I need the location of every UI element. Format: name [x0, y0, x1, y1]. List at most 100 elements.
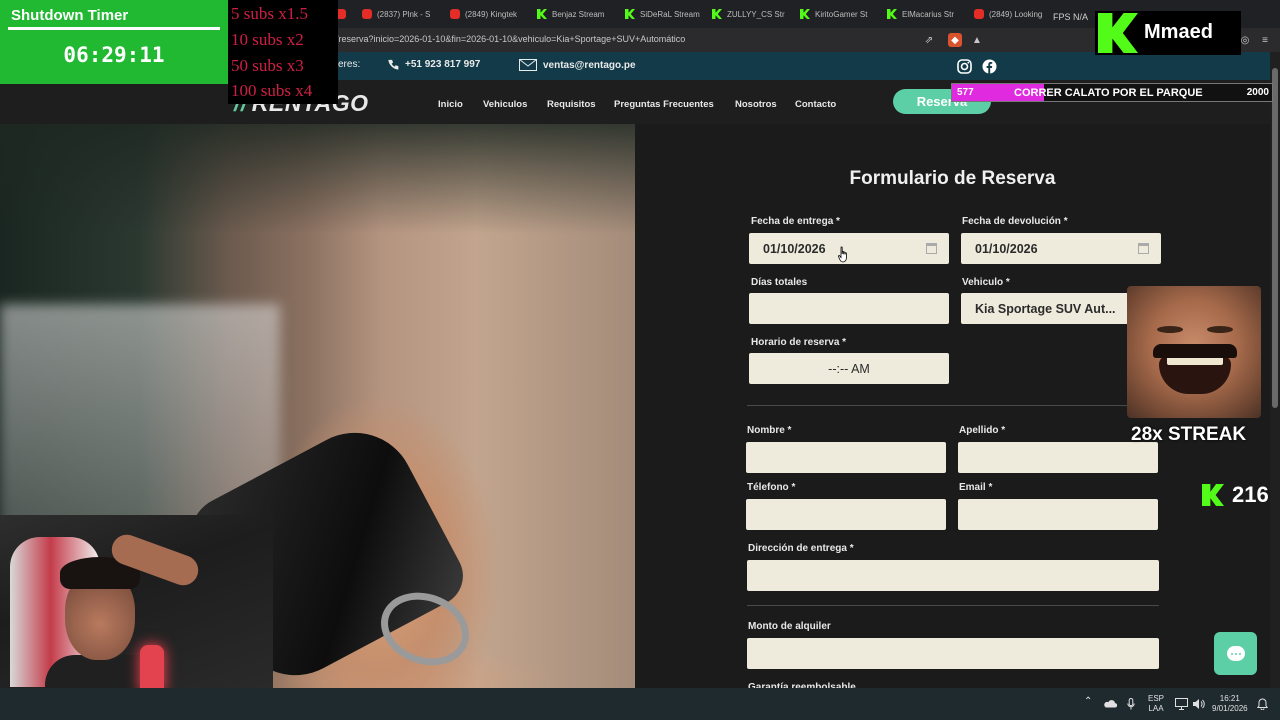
tab-label: ElMacarius Str	[902, 9, 955, 19]
brave-shield-icon[interactable]: ◆	[948, 33, 962, 47]
clock[interactable]: 16:21 9/01/2026	[1212, 694, 1248, 714]
youtube-icon	[450, 9, 460, 19]
goal-target: 2000	[1246, 87, 1269, 98]
direccion-label: Dirección de entrega *	[748, 543, 854, 554]
tab-label: (2849) Looking	[989, 9, 1043, 19]
horario-input[interactable]: --:-- AM	[749, 353, 949, 384]
browser-tab[interactable]: (2849) Kingtek	[450, 4, 530, 24]
fecha-devolucion-input[interactable]: 01/10/2026	[961, 233, 1161, 264]
timer-value: 06:29:11	[63, 43, 165, 67]
phone-contact[interactable]: +51 923 817 997	[388, 59, 480, 70]
chat-button[interactable]	[1214, 632, 1257, 675]
fps-counter: FPS N/A	[1053, 12, 1089, 22]
viewer-count: 216	[1202, 482, 1269, 508]
subs-line: 50 subs x3	[231, 56, 304, 75]
apellido-input[interactable]	[958, 442, 1158, 473]
tab-label: ZULLYY_CS Str	[727, 9, 785, 19]
nav-contacto[interactable]: Contacto	[795, 99, 836, 110]
goal-name: CORRER CALATO POR EL PARQUE	[1014, 87, 1203, 99]
telefono-label: Télefono *	[747, 482, 796, 493]
monitor-icon[interactable]	[1175, 698, 1188, 710]
scrollbar-thumb[interactable]	[1272, 68, 1278, 408]
chevron-up-icon[interactable]: ⌃	[1084, 697, 1092, 707]
subs-line: 10 subs x2	[231, 30, 304, 49]
menu-icon[interactable]: ≡	[1258, 33, 1272, 47]
kick-icon	[1202, 484, 1224, 506]
kick-icon	[887, 9, 897, 19]
hand-cursor-icon	[838, 246, 847, 263]
mail-icon	[519, 59, 537, 71]
browser-tab[interactable]: (2837) Plnk - S	[362, 4, 442, 24]
instagram-icon[interactable]	[957, 59, 972, 74]
onedrive-icon[interactable]	[1103, 699, 1117, 708]
share-icon[interactable]: ⇗	[922, 33, 936, 47]
kick-icon	[712, 9, 722, 19]
lang-top: ESP	[1148, 694, 1165, 703]
viewer-count-value: 216	[1232, 482, 1269, 507]
monto-label: Monto de alquiler	[748, 621, 831, 632]
email-label: Email *	[959, 482, 993, 493]
browser-tab[interactable]: ZULLYY_CS Str	[712, 4, 792, 24]
direccion-input[interactable]	[747, 560, 1159, 591]
youtube-icon	[974, 9, 984, 19]
tab-label: Benjaz Stream	[552, 9, 605, 19]
browser-tab[interactable]: Benjaz Stream	[537, 4, 617, 24]
browser-tab[interactable]: ElMacarius Str	[887, 4, 967, 24]
browser-tab[interactable]: (2849) Looking	[974, 4, 1054, 24]
dias-totales-input[interactable]	[749, 293, 949, 324]
tab-label: (2849) Kingtek	[465, 9, 518, 19]
kick-channel-badge: Mmaed	[1095, 11, 1241, 55]
notification-icon[interactable]	[1257, 698, 1268, 710]
phone-icon	[388, 59, 399, 70]
email-input[interactable]	[958, 499, 1158, 530]
nombre-label: Nombre *	[747, 425, 792, 436]
calendar-icon[interactable]	[926, 243, 937, 254]
phone-text: +51 923 817 997	[405, 59, 481, 70]
streak-label: 28x STREAK	[1131, 424, 1247, 445]
monto-input[interactable]	[747, 638, 1159, 669]
clock-date: 9/01/2026	[1212, 704, 1248, 713]
form-title: Formulario de Reserva	[849, 168, 1056, 189]
email-contact[interactable]: ventas@rentago.pe	[519, 59, 636, 71]
nav-requisitos[interactable]: Requisitos	[547, 99, 596, 110]
lang-bottom: LAA	[1148, 704, 1164, 713]
clock-time: 16:21	[1219, 694, 1240, 703]
subs-line: 5 subs x1.5	[231, 4, 308, 23]
goal-current: 577	[957, 87, 974, 98]
facebook-icon[interactable]	[982, 59, 997, 74]
dias-totales-label: Días totales	[751, 277, 808, 288]
tab-label: KiritoGamer St	[815, 9, 868, 19]
timer-title: Shutdown Timer	[11, 7, 129, 24]
microphone-icon[interactable]	[1127, 698, 1135, 710]
vehiculo-label: Vehiculo *	[962, 277, 1010, 288]
fecha-entrega-value: 01/10/2026	[763, 241, 826, 256]
tab-label: SiDeRaL Stream	[640, 9, 700, 19]
divider	[747, 405, 1159, 406]
fecha-devolucion-label: Fecha de devolución *	[962, 216, 1068, 227]
rewards-icon[interactable]: ▲	[970, 33, 984, 47]
browser-tab[interactable]: KiritoGamer St	[800, 4, 880, 24]
fecha-devolucion-value: 01/10/2026	[975, 241, 1038, 256]
nombre-input[interactable]	[746, 442, 946, 473]
streamer-webcam	[0, 515, 273, 688]
channel-name: Mmaed	[1144, 21, 1213, 43]
nav-nosotros[interactable]: Nosotros	[735, 99, 777, 110]
subs-multiplier-widget: 5 subs x1.5 10 subs x2 50 subs x3 100 su…	[228, 0, 338, 104]
horario-label: Horario de reserva *	[751, 337, 847, 348]
timer-divider	[8, 27, 220, 30]
tab-label: (2837) Plnk - S	[377, 9, 431, 19]
telefono-input[interactable]	[746, 499, 946, 530]
url-text[interactable]: /reserva?inicio=2026-01-10&fin=2026-01-1…	[336, 34, 685, 44]
speaker-icon[interactable]	[1192, 698, 1205, 710]
youtube-icon	[362, 9, 372, 19]
calendar-icon[interactable]	[1138, 243, 1149, 254]
nav-inicio[interactable]: Inicio	[438, 99, 463, 110]
windows-taskbar: ⌃ ESP LAA 16:21 9/01/2026	[0, 688, 1280, 720]
nav-vehiculos[interactable]: Vehiculos	[483, 99, 527, 110]
nav-preguntas-frecuentes[interactable]: Preguntas Frecuentes	[614, 99, 714, 110]
language-indicator[interactable]: ESP LAA	[1148, 694, 1164, 714]
laughing-man-meme-image	[1127, 286, 1261, 418]
browser-tab[interactable]: SiDeRaL Stream	[625, 4, 705, 24]
kick-icon	[625, 9, 635, 19]
donation-goal-bar: 577 CORRER CALATO POR EL PARQUE 2000	[951, 83, 1273, 102]
